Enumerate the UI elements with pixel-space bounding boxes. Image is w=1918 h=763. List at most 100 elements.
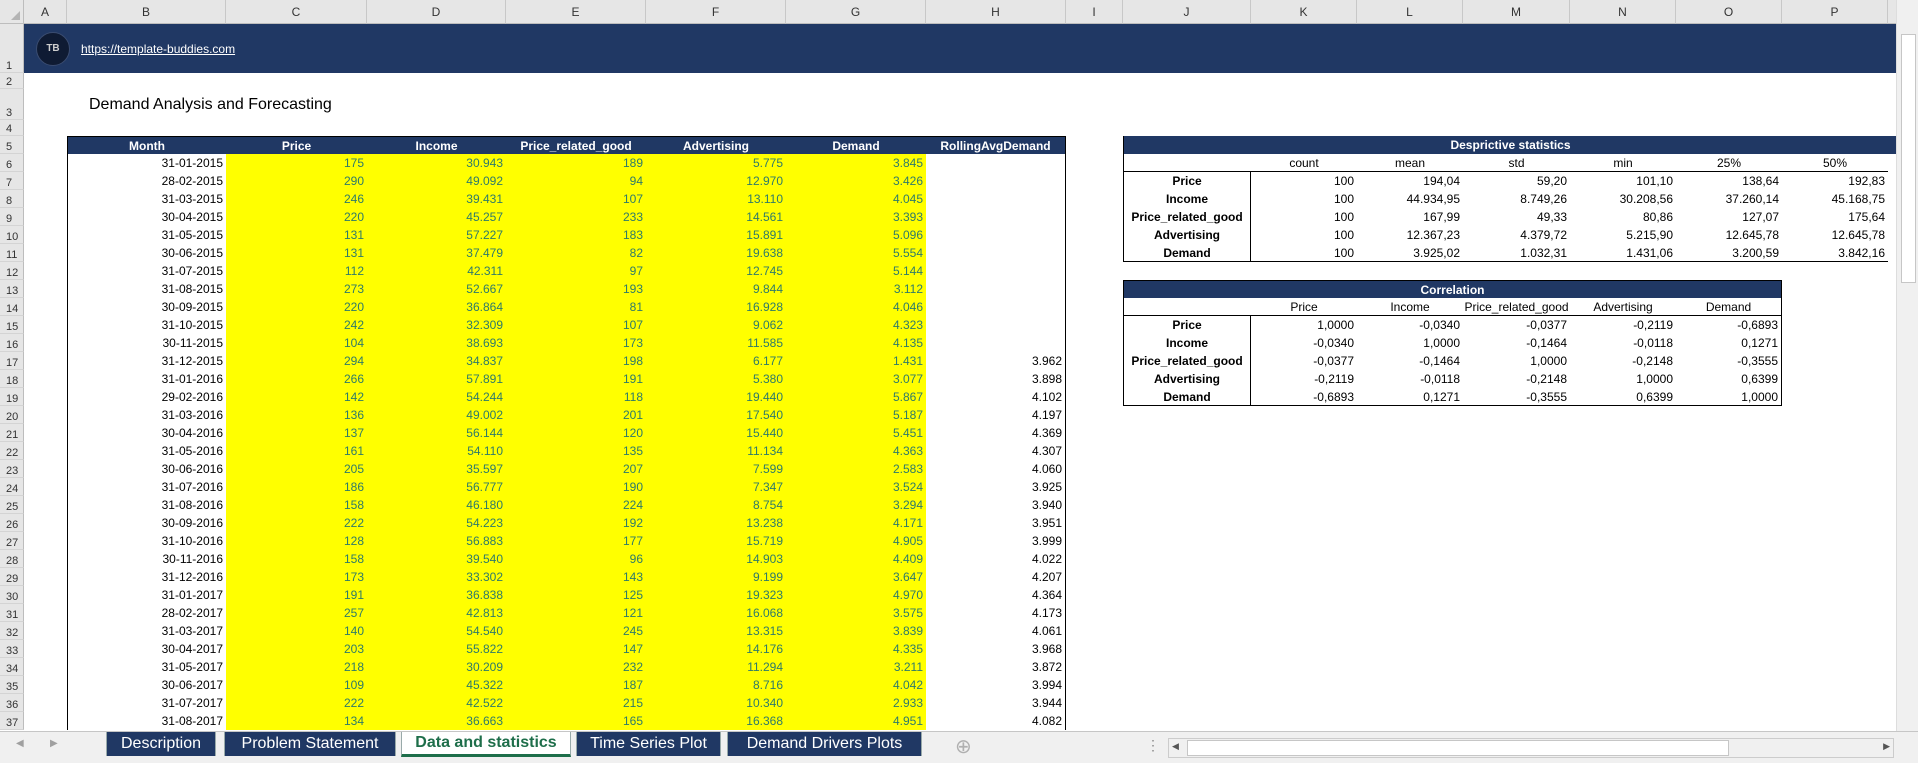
stats-value[interactable]: 100 [1251,190,1357,208]
data-cell[interactable]: 190 [506,478,646,496]
data-cell[interactable]: 3.962 [926,352,1066,370]
month-cell[interactable]: 31-01-2016 [67,370,226,388]
data-cell[interactable]: 220 [226,298,367,316]
data-cell[interactable]: 7.347 [646,478,786,496]
row-header[interactable]: 14 [0,298,24,316]
stats-value[interactable]: 80,86 [1570,208,1676,226]
correlation-value[interactable]: 1,0000 [1570,370,1676,388]
row-header[interactable]: 17 [0,352,24,370]
data-cell[interactable]: 36.663 [367,712,506,730]
data-cell[interactable]: 39.540 [367,550,506,568]
correlation-value[interactable]: -0,2119 [1251,370,1357,388]
data-cell[interactable]: 13.315 [646,622,786,640]
correlation-value[interactable]: -0,3555 [1676,352,1782,370]
stats-value[interactable]: 8.749,26 [1463,190,1570,208]
data-cell[interactable]: 273 [226,280,367,298]
data-cell[interactable]: 4.042 [786,676,926,694]
data-cell[interactable]: 173 [506,334,646,352]
data-cell[interactable]: 189 [506,154,646,172]
data-cell[interactable]: 33.302 [367,568,506,586]
row-header[interactable]: 6 [0,154,24,172]
month-cell[interactable]: 30-06-2015 [67,244,226,262]
correlation-value[interactable]: 1,0000 [1676,388,1782,406]
correlation-value[interactable]: -0,6893 [1251,388,1357,406]
column-header-l[interactable]: L [1357,0,1463,24]
data-cell[interactable]: 290 [226,172,367,190]
data-cell[interactable]: 39.431 [367,190,506,208]
row-header[interactable]: 9 [0,208,24,226]
month-cell[interactable]: 31-03-2017 [67,622,226,640]
data-cell[interactable]: 81 [506,298,646,316]
data-cell[interactable]: 82 [506,244,646,262]
month-cell[interactable]: 31-07-2016 [67,478,226,496]
data-cell[interactable]: 12.970 [646,172,786,190]
data-cell[interactable]: 19.323 [646,586,786,604]
row-header[interactable]: 4 [0,120,24,136]
data-cell[interactable] [926,226,1066,244]
column-header-i[interactable]: I [1066,0,1123,24]
data-cell[interactable]: 109 [226,676,367,694]
data-cell[interactable]: 165 [506,712,646,730]
month-cell[interactable]: 31-01-2015 [67,154,226,172]
stats-value[interactable]: 138,64 [1676,172,1782,190]
data-cell[interactable]: 54.540 [367,622,506,640]
data-cell[interactable]: 19.440 [646,388,786,406]
row-header[interactable]: 20 [0,406,24,424]
data-cell[interactable]: 205 [226,460,367,478]
data-cell[interactable]: 4.363 [786,442,926,460]
data-cell[interactable]: 3.426 [786,172,926,190]
stats-value[interactable]: 3.925,02 [1357,244,1463,262]
prev-sheet-icon[interactable]: ◀ [16,738,24,749]
row-header[interactable]: 18 [0,370,24,388]
sheet-tab-problem-statement[interactable]: Problem Statement [224,732,396,756]
column-header-h[interactable]: H [926,0,1066,24]
correlation-value[interactable]: -0,6893 [1676,316,1782,334]
data-cell[interactable]: 4.173 [926,604,1066,622]
correlation-value[interactable]: 1,0000 [1251,316,1357,334]
data-cell[interactable]: 3.845 [786,154,926,172]
data-cell[interactable]: 56.883 [367,532,506,550]
correlation-value[interactable]: 0,6399 [1676,370,1782,388]
correlation-value[interactable]: -0,0340 [1251,334,1357,352]
row-header[interactable]: 8 [0,190,24,208]
stats-value[interactable]: 1.032,31 [1463,244,1570,262]
correlation-value[interactable]: -0,2119 [1570,316,1676,334]
data-cell[interactable]: 56.144 [367,424,506,442]
data-cell[interactable] [926,334,1066,352]
data-cell[interactable]: 222 [226,514,367,532]
correlation-value[interactable]: -0,0118 [1357,370,1463,388]
row-header[interactable]: 3 [0,89,24,120]
data-cell[interactable]: 246 [226,190,367,208]
month-cell[interactable]: 31-03-2016 [67,406,226,424]
sheet-tab-data-and-statistics[interactable]: Data and statistics [401,732,571,757]
data-cell[interactable]: 193 [506,280,646,298]
data-cell[interactable]: 4.951 [786,712,926,730]
data-cell[interactable]: 10.340 [646,694,786,712]
month-cell[interactable]: 31-01-2017 [67,586,226,604]
data-cell[interactable]: 9.062 [646,316,786,334]
stats-value[interactable]: 4.379,72 [1463,226,1570,244]
data-cell[interactable]: 158 [226,550,367,568]
correlation-value[interactable]: 1,0000 [1357,334,1463,352]
data-cell[interactable]: 34.837 [367,352,506,370]
month-cell[interactable]: 31-08-2016 [67,496,226,514]
data-cell[interactable]: 3.925 [926,478,1066,496]
month-cell[interactable]: 31-08-2015 [67,280,226,298]
data-cell[interactable]: 54.223 [367,514,506,532]
data-cell[interactable]: 13.110 [646,190,786,208]
select-all-corner[interactable] [0,0,24,24]
data-cell[interactable]: 30.209 [367,658,506,676]
data-cell[interactable]: 215 [506,694,646,712]
data-cell[interactable]: 4.307 [926,442,1066,460]
row-header[interactable]: 12 [0,262,24,280]
column-header-a[interactable]: A [24,0,67,24]
data-cell[interactable]: 7.599 [646,460,786,478]
data-cell[interactable]: 5.775 [646,154,786,172]
website-link[interactable]: https://template-buddies.com [81,42,235,56]
data-cell[interactable] [926,262,1066,280]
data-cell[interactable] [926,208,1066,226]
stats-value[interactable]: 30.208,56 [1570,190,1676,208]
data-cell[interactable]: 1.431 [786,352,926,370]
spreadsheet-grid[interactable]: TB https://template-buddies.com Demand A… [0,0,1896,731]
data-cell[interactable]: 191 [506,370,646,388]
